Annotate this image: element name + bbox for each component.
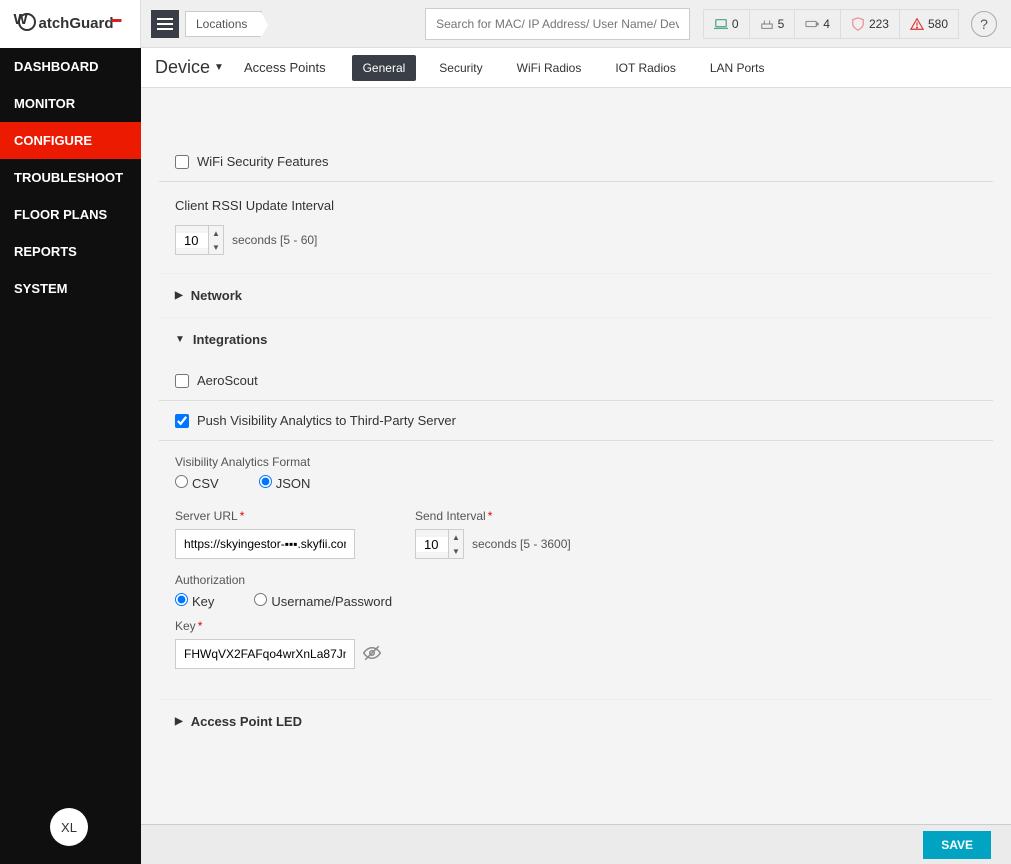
nav-floor-plans[interactable]: FLOOR PLANS bbox=[0, 196, 141, 233]
server-url-input[interactable] bbox=[175, 529, 355, 559]
nav-configure[interactable]: CONFIGURE bbox=[0, 122, 141, 159]
menu-button[interactable] bbox=[151, 10, 179, 38]
client-rssi-spinner[interactable]: ▲▼ bbox=[208, 226, 223, 254]
server-url-label: Server URL* bbox=[175, 509, 355, 523]
save-bar: SAVE bbox=[141, 824, 1011, 864]
stat-shield[interactable]: 223 bbox=[841, 10, 900, 38]
nav-troubleshoot[interactable]: TROUBLESHOOT bbox=[0, 159, 141, 196]
main-content: ▲▼ WiFi Security Features Client RSSI Up… bbox=[141, 88, 1011, 864]
key-radio[interactable] bbox=[175, 593, 188, 606]
ap-icon bbox=[760, 17, 774, 31]
aeroscout-row: AeroScout bbox=[159, 361, 993, 401]
wifi-security-label: WiFi Security Features bbox=[197, 154, 328, 169]
logo-area: W atchGuard ▬ bbox=[0, 0, 141, 48]
caret-right-icon-2: ▶ bbox=[175, 716, 183, 727]
hamburger-icon bbox=[157, 16, 173, 32]
visibility-format-label: Visibility Analytics Format bbox=[175, 455, 977, 469]
breadcrumb-location[interactable]: Locations bbox=[185, 11, 262, 37]
authorization-label: Authorization bbox=[175, 573, 977, 587]
nav-reports[interactable]: REPORTS bbox=[0, 233, 141, 270]
save-button[interactable]: SAVE bbox=[923, 831, 991, 859]
send-interval-hint: seconds [5 - 3600] bbox=[472, 537, 571, 551]
key-field-label: Key* bbox=[175, 619, 977, 633]
push-visibility-row: Push Visibility Analytics to Third-Party… bbox=[159, 401, 993, 441]
tab-security[interactable]: Security bbox=[428, 55, 493, 81]
send-interval-input[interactable] bbox=[416, 537, 448, 552]
wifi-security-checkbox[interactable] bbox=[175, 155, 189, 169]
client-rssi-label: Client RSSI Update Interval bbox=[175, 198, 977, 213]
tab-general[interactable]: General bbox=[352, 55, 417, 81]
apled-accordion[interactable]: ▶ Access Point LED bbox=[159, 699, 993, 743]
access-points-link[interactable]: Access Points bbox=[244, 60, 326, 75]
stat-ap[interactable]: 5 bbox=[750, 10, 796, 38]
help-button[interactable]: ? bbox=[971, 11, 997, 37]
device-dropdown[interactable]: Device ▼ bbox=[155, 57, 224, 78]
key-input[interactable] bbox=[175, 639, 355, 669]
csv-radio[interactable] bbox=[175, 475, 188, 488]
json-radio[interactable] bbox=[259, 475, 272, 488]
nav-system[interactable]: SYSTEM bbox=[0, 270, 141, 307]
key-radio-label[interactable]: Key bbox=[175, 593, 214, 609]
network-accordion[interactable]: ▶ Network bbox=[159, 273, 993, 317]
chevron-down-icon: ▼ bbox=[214, 62, 224, 73]
client-rssi-hint: seconds [5 - 60] bbox=[232, 233, 317, 247]
question-icon: ? bbox=[980, 16, 988, 32]
aeroscout-checkbox[interactable] bbox=[175, 374, 189, 388]
tab-wifi-radios[interactable]: WiFi Radios bbox=[506, 55, 593, 81]
logo: W atchGuard ▬ bbox=[18, 13, 121, 35]
csv-radio-label[interactable]: CSV bbox=[175, 475, 219, 491]
subheader: Device ▼ Access Points General Security … bbox=[141, 48, 1011, 88]
send-interval-label: Send Interval* bbox=[415, 509, 571, 523]
stats-group: 0 5 4 223 580 bbox=[703, 9, 959, 39]
shield-icon bbox=[851, 17, 865, 31]
stat-laptop[interactable]: 0 bbox=[704, 10, 750, 38]
userpass-radio-label[interactable]: Username/Password bbox=[254, 593, 392, 609]
send-interval-spinner[interactable]: ▲▼ bbox=[448, 530, 463, 558]
wifi-security-row: WiFi Security Features bbox=[159, 142, 993, 182]
nav-dashboard[interactable]: DASHBOARD bbox=[0, 48, 141, 85]
top-bar: W atchGuard ▬ Locations 0 5 4 223 58 bbox=[0, 0, 1011, 48]
json-radio-label[interactable]: JSON bbox=[259, 475, 311, 491]
alert-icon bbox=[910, 17, 924, 31]
client-rssi-input[interactable] bbox=[176, 233, 208, 248]
push-visibility-checkbox[interactable] bbox=[175, 414, 189, 428]
caret-down-icon: ▼ bbox=[175, 334, 185, 345]
aeroscout-label: AeroScout bbox=[197, 373, 258, 388]
integrations-accordion[interactable]: ▼ Integrations bbox=[159, 317, 993, 361]
stat-battery[interactable]: 4 bbox=[795, 10, 841, 38]
client-rssi-input-wrap: ▲▼ bbox=[175, 225, 224, 255]
stat-alert[interactable]: 580 bbox=[900, 10, 958, 38]
battery-icon bbox=[805, 17, 819, 31]
userpass-radio[interactable] bbox=[254, 593, 267, 606]
user-avatar[interactable]: XL bbox=[50, 808, 88, 846]
push-visibility-label: Push Visibility Analytics to Third-Party… bbox=[197, 413, 456, 428]
nav-monitor[interactable]: MONITOR bbox=[0, 85, 141, 122]
logo-text: atchGuard bbox=[38, 15, 113, 32]
global-search-input[interactable] bbox=[425, 8, 690, 40]
caret-right-icon: ▶ bbox=[175, 290, 183, 301]
tab-lan-ports[interactable]: LAN Ports bbox=[699, 55, 776, 81]
laptop-icon bbox=[714, 17, 728, 31]
tab-iot-radios[interactable]: IOT Radios bbox=[604, 55, 686, 81]
toggle-visibility-icon[interactable] bbox=[363, 644, 381, 665]
sidebar: DASHBOARD MONITOR CONFIGURE TROUBLESHOOT… bbox=[0, 48, 141, 864]
